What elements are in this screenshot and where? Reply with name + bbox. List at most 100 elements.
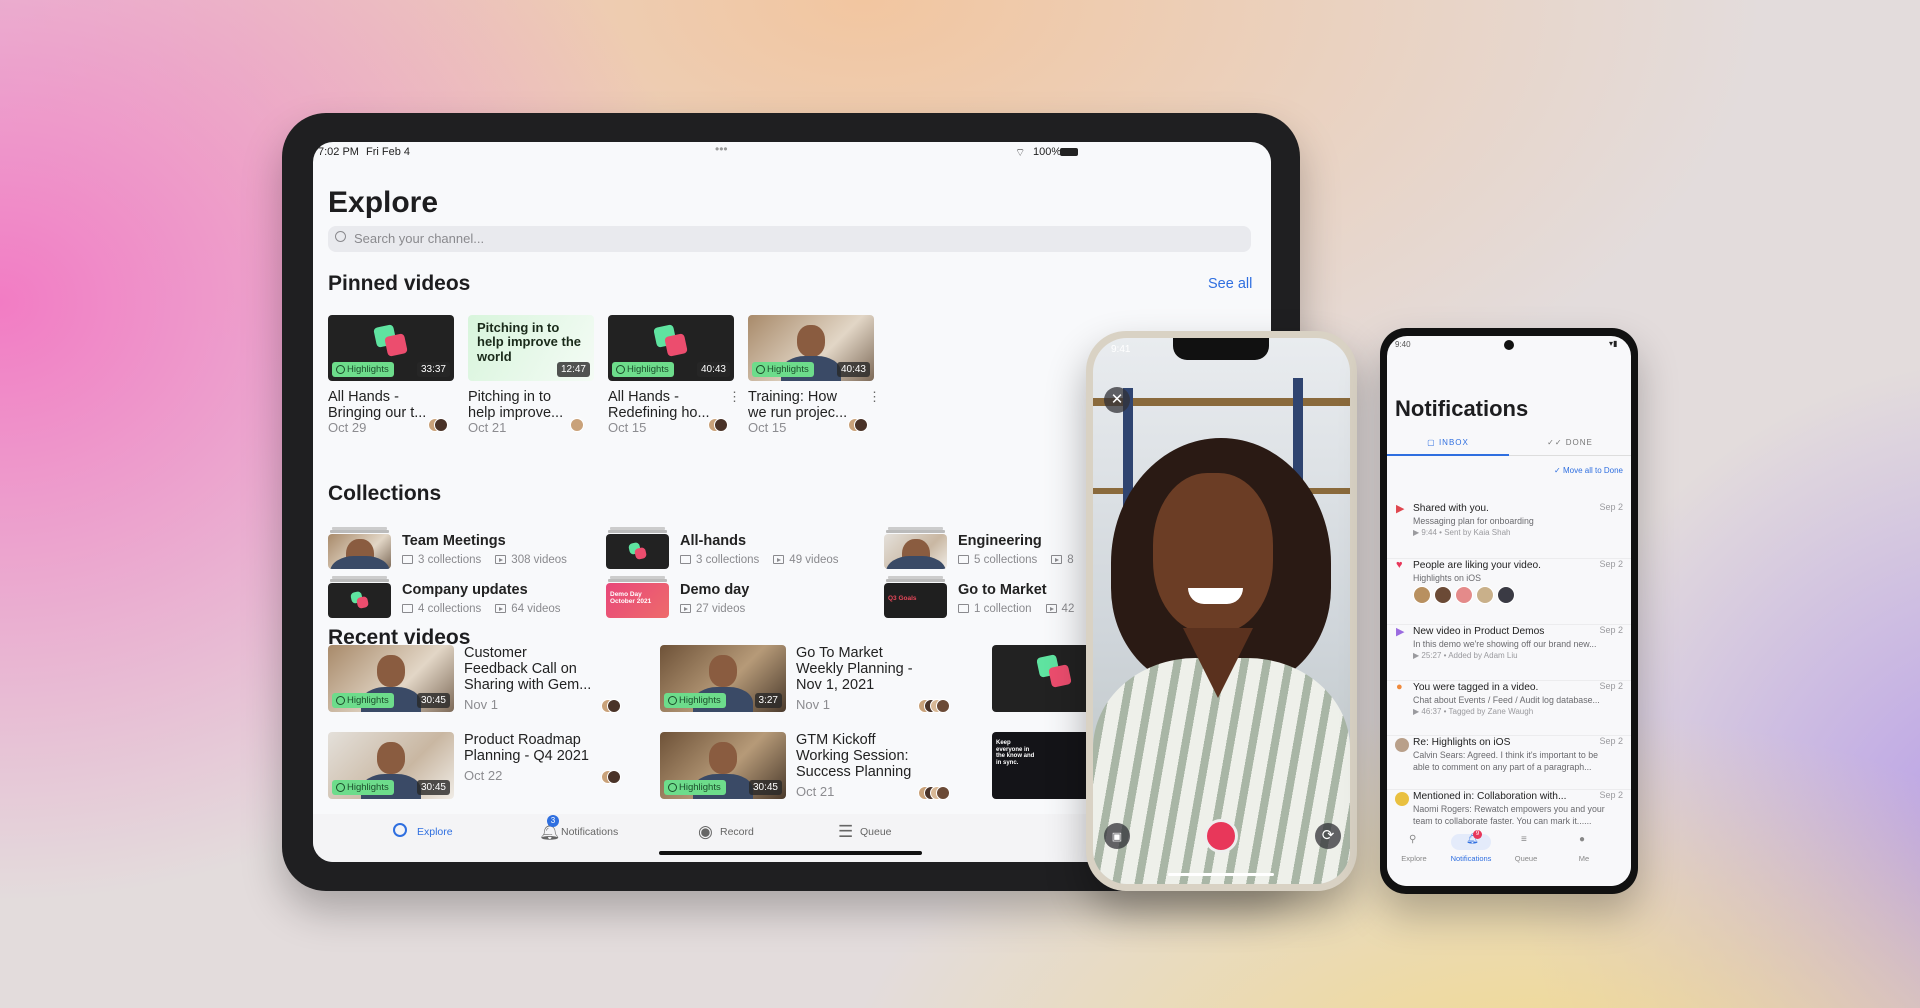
thumbnail[interactable] <box>606 534 669 569</box>
thumbnail-text: Q3 Goals <box>888 595 917 602</box>
nav-queue[interactable]: ≡ Queue <box>1501 832 1551 872</box>
nav-explore[interactable]: ⚲ Explore <box>1389 832 1439 872</box>
nav-label: Notifications <box>1450 854 1492 863</box>
close-button[interactable]: ✕ <box>1104 387 1130 413</box>
collections-count: 3 collections <box>418 554 482 566</box>
avatar: ● <box>1579 834 1586 845</box>
avatar[interactable] <box>1434 586 1452 604</box>
more-menu-icon[interactable]: ⋮ <box>728 389 741 405</box>
collection-item[interactable]: All-hands 3 collections 49 videos <box>606 527 876 572</box>
record-button[interactable] <box>1204 819 1238 853</box>
tab-done[interactable]: ✓✓ DONE <box>1509 430 1631 456</box>
collection-item[interactable]: Team Meetings 3 collections 308 videos <box>328 527 598 572</box>
notification-item[interactable]: ● You were tagged in a video. Sep 2 Chat ab… <box>1387 680 1631 732</box>
highlights-badge: Highlights <box>332 780 394 795</box>
thumbnail[interactable]: Pitching in to help improve the world 12:… <box>468 315 594 381</box>
stack-edge <box>330 530 389 533</box>
nav-label: Explore <box>1401 854 1427 863</box>
videos-count: 49 videos <box>789 554 839 566</box>
pinned-video-card[interactable]: Pitching in to help improve the world 12:… <box>468 315 598 435</box>
video-title: Product Roadmap Planning - Q4 2021 <box>464 732 589 764</box>
stack-edge <box>608 579 667 582</box>
thumbnail[interactable]: Q3 Goals <box>884 583 947 618</box>
notification-item[interactable]: Re: Highlights on iOS Sep 2 Calvin Sears: … <box>1387 735 1631 787</box>
see-all-link[interactable]: See all <box>1208 276 1252 292</box>
multitask-dots-icon[interactable]: ••• <box>715 142 728 156</box>
queue-icon: ☰ <box>838 822 854 841</box>
avatar <box>1395 738 1409 752</box>
tab-inbox[interactable]: ▢ INBOX <box>1387 430 1509 456</box>
collection-meta: 3 collections 49 videos <box>680 554 839 566</box>
screen-share-button[interactable]: ▣ <box>1104 823 1130 849</box>
notification-date: Sep 2 <box>1599 790 1623 800</box>
tab-done-label: DONE <box>1565 438 1593 447</box>
tab-label: Explore <box>417 826 453 838</box>
collection-meta: 27 videos <box>680 603 745 615</box>
status-date: Fri Feb 4 <box>366 146 411 158</box>
move-all-label: Move all to Done <box>1562 466 1623 475</box>
thumbnail[interactable] <box>328 583 391 618</box>
tab-queue[interactable]: ☰ Queue <box>838 822 958 846</box>
stack-edge <box>886 579 945 582</box>
collection-item[interactable]: Demo Day October 2021 Demo day 27 videos <box>606 576 876 621</box>
video-title: Training: How we run projec... <box>748 389 848 421</box>
collections-count: 4 collections <box>418 603 482 615</box>
thumbnail[interactable]: Demo Day October 2021 <box>606 583 669 618</box>
tab-explore[interactable]: Explore <box>393 822 513 846</box>
nav-label: Queue <box>1514 854 1538 863</box>
tab-record[interactable]: ◉ Record <box>698 822 818 846</box>
thumbnail[interactable] <box>884 534 947 569</box>
notification-item[interactable]: ♥ People are liking your video. Sep 2 Highl… <box>1387 558 1631 610</box>
avatar[interactable] <box>1497 586 1515 604</box>
nav-notifications[interactable]: 🔔︎ 9 Notifications <box>1439 830 1503 872</box>
avatar[interactable] <box>1413 586 1431 604</box>
more-menu-icon[interactable]: ⋮ <box>868 389 881 405</box>
avatar <box>854 418 868 432</box>
recent-video-item[interactable]: Highlights 3:27 Go To Market Weekly Planni… <box>660 645 980 713</box>
avatar-group <box>918 786 954 800</box>
avatar-group <box>601 770 623 784</box>
thumbnail[interactable]: Highlights 3:27 <box>660 645 786 712</box>
video-date: Oct 15 <box>748 420 787 435</box>
pinned-video-card[interactable]: Highlights 40:43 Training: How we run proj… <box>748 315 881 435</box>
thumbnail[interactable]: Highlights 30:45 <box>328 645 454 712</box>
collection-item[interactable]: Company updates 4 collections 64 videos <box>328 576 598 621</box>
tab-label: Record <box>720 826 754 838</box>
move-all-to-done-button[interactable]: ✓ Move all to Done <box>1554 466 1623 475</box>
notification-meta: ▶ 25:27 • Added by Adam Liu <box>1413 651 1518 660</box>
avatar[interactable] <box>1455 586 1473 604</box>
pinned-video-card[interactable]: Highlights 40:43 All Hands - Redefining ho… <box>608 315 741 435</box>
nav-me[interactable]: ● Me <box>1559 832 1609 872</box>
tab-notifications[interactable]: 🔔︎ Notifications 3 <box>539 815 659 846</box>
notification-item[interactable]: ▶ New video in Product Demos Sep 2 In this … <box>1387 624 1631 676</box>
avatar[interactable] <box>1476 586 1494 604</box>
highlights-badge: Highlights <box>664 693 726 708</box>
thumbnail[interactable]: Highlights 30:45 <box>328 732 454 799</box>
logo-square <box>384 333 408 358</box>
thumbnail[interactable]: Highlights 30:45 <box>660 732 786 799</box>
notification-body: In this demo we're showing off our brand… <box>1413 639 1597 649</box>
stack-edge <box>886 530 945 533</box>
duration-label: 30:45 <box>416 693 450 708</box>
thumbnail[interactable] <box>328 534 391 569</box>
app-logo-icon <box>627 541 647 561</box>
notification-item[interactable]: ▶ Shared with you. Sep 2 Messaging plan for… <box>1387 502 1631 554</box>
thumbnail[interactable]: Highlights 40:43 <box>608 315 734 381</box>
collection-name: Team Meetings <box>402 533 506 549</box>
duration-label: 3:27 <box>754 693 782 708</box>
recent-video-item[interactable]: Highlights 30:45 GTM Kickoff Working Sessi… <box>660 732 980 800</box>
notification-title: Shared with you. <box>1413 503 1489 514</box>
avatar-group <box>601 699 623 713</box>
recent-video-item[interactable]: Highlights 30:45 Customer Feedback Call on… <box>328 645 648 713</box>
flip-camera-button[interactable]: ⟳ <box>1315 823 1341 849</box>
thumbnail[interactable]: Highlights 40:43 <box>748 315 874 381</box>
search-input[interactable]: Search your channel... <box>328 226 1251 252</box>
notification-badge: 3 <box>547 815 559 827</box>
videos-count: 27 videos <box>696 603 746 615</box>
battery-icon <box>1060 148 1078 156</box>
video-title: All Hands - Bringing our t... <box>328 389 427 421</box>
video-title: Pitching in to help improve... <box>468 389 564 421</box>
pinned-video-card[interactable]: Highlights 33:37 All Hands - Bringing our … <box>328 315 458 435</box>
recent-video-item[interactable]: Highlights 30:45 Product Roadmap Planning … <box>328 732 648 800</box>
thumbnail[interactable]: Highlights 33:37 <box>328 315 454 381</box>
